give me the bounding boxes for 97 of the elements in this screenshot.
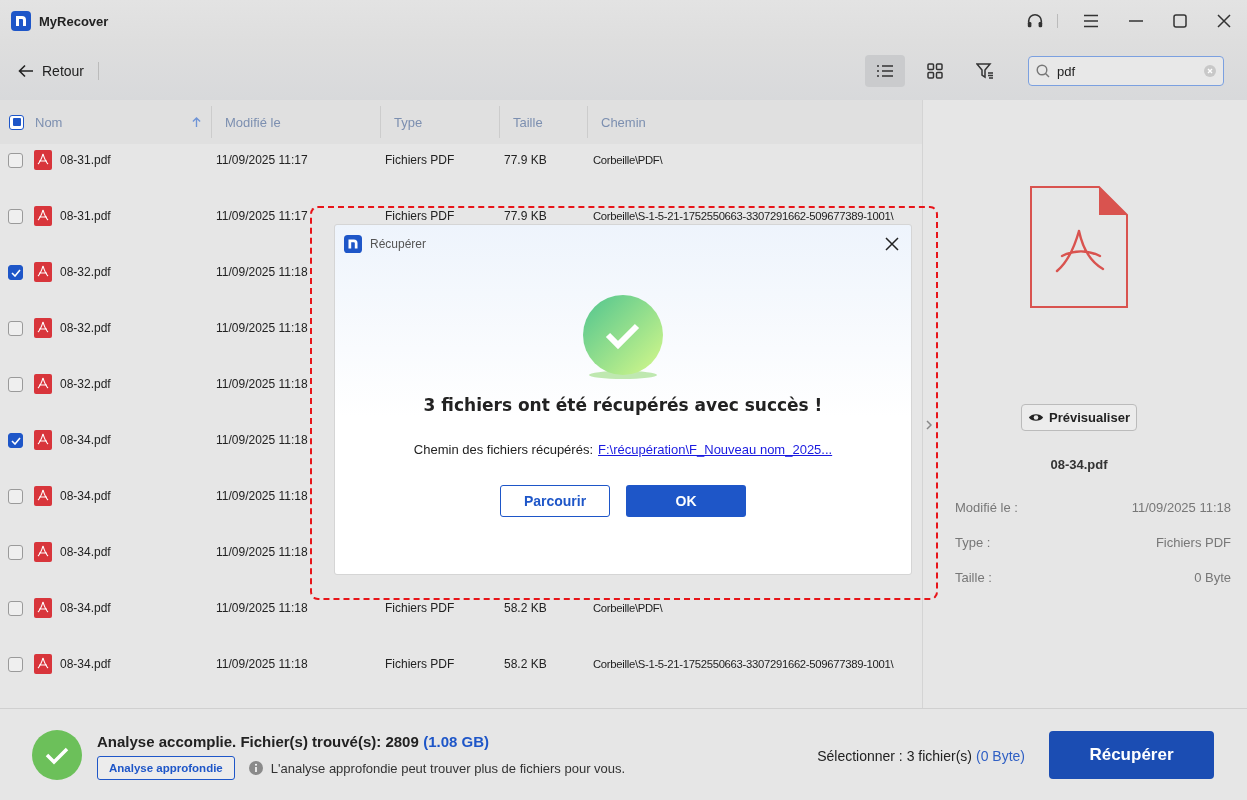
detail-value: 11/09/2025 11:18 <box>1131 500 1231 515</box>
chevron-right-icon[interactable] <box>926 420 932 430</box>
detail-value: 0 Byte <box>1194 570 1231 585</box>
file-name: 08-34.pdf <box>60 432 111 449</box>
pdf-file-icon <box>34 486 52 506</box>
scan-summary: Analyse accomplie. Fichier(s) trouvé(s): 2809 <box>97 733 419 750</box>
file-name: 08-31.pdf <box>60 208 111 225</box>
maximize-icon[interactable] <box>1173 14 1187 28</box>
clear-icon[interactable] <box>1204 65 1216 77</box>
modified-date: 11/09/2025 11:18 <box>216 265 308 279</box>
success-message: 3 fichiers ont été récupérés avec succès ! <box>423 395 823 415</box>
selection-size: (0 Byte) <box>976 747 1025 764</box>
file-name: 08-34.pdf <box>60 488 111 505</box>
file-name: 08-32.pdf <box>60 376 111 393</box>
detail-label: Type : <box>955 535 991 550</box>
file-size: 77.9 KB <box>504 209 547 223</box>
back-button[interactable]: Retour <box>18 63 85 79</box>
row-checkbox[interactable] <box>8 377 23 392</box>
file-size: 58.2 KB <box>504 657 547 671</box>
search-field[interactable]: pdf <box>1028 56 1224 86</box>
file-name: 08-34.pdf <box>60 656 111 673</box>
deep-scan-button[interactable]: Analyse approfondie <box>97 756 235 780</box>
selection-count: Sélectionner : 3 fichier(s) <box>817 747 972 764</box>
row-checkbox[interactable] <box>8 601 23 616</box>
browse-button[interactable]: Parcourir <box>500 485 610 517</box>
modified-date: 11/09/2025 11:17 <box>216 209 308 223</box>
detail-value: Fichiers PDF <box>1155 535 1231 550</box>
pdf-file-icon <box>34 430 52 450</box>
pdf-file-icon <box>34 374 52 394</box>
hint-text: L'analyse approfondie peut trouver plus de fichiers pour vous. <box>270 760 626 776</box>
pdf-file-icon <box>34 318 52 338</box>
row-checkbox[interactable] <box>8 433 23 448</box>
modified-date: 11/09/2025 11:17 <box>216 153 308 167</box>
row-checkbox[interactable] <box>8 265 23 280</box>
app-title: MyRecover <box>39 13 109 29</box>
file-name: 08-32.pdf <box>60 264 111 281</box>
pdf-file-icon <box>34 654 52 674</box>
row-checkbox[interactable] <box>8 209 23 224</box>
file-name: 08-34.pdf <box>60 544 111 561</box>
pdf-document-icon <box>1030 186 1128 308</box>
select-all-checkbox[interactable] <box>9 114 24 130</box>
file-type: Fichiers PDF <box>385 209 455 223</box>
file-path: Corbeille\PDF\ <box>593 154 663 166</box>
pdf-file-icon <box>34 150 52 170</box>
pdf-file-icon <box>34 542 52 562</box>
pdf-file-icon <box>34 206 52 226</box>
row-checkbox[interactable] <box>8 545 23 560</box>
app-logo-icon <box>11 11 31 31</box>
check-circle-icon <box>32 729 82 780</box>
file-type: Fichiers PDF <box>385 657 455 671</box>
ok-button[interactable]: OK <box>626 485 746 517</box>
eye-icon <box>1028 412 1044 423</box>
file-size: 58.2 KB <box>504 601 547 615</box>
pdf-file-icon <box>34 598 52 618</box>
detail-label: Modifié le : <box>955 500 1018 515</box>
row-checkbox[interactable] <box>8 321 23 336</box>
detail-label: Taille : <box>955 570 992 585</box>
preview-button[interactable]: Prévisualiser <box>1021 404 1137 431</box>
modified-date: 11/09/2025 11:18 <box>216 657 308 671</box>
list-view-button[interactable] <box>865 55 905 87</box>
modified-date: 11/09/2025 11:18 <box>216 433 308 447</box>
file-name: 08-34.pdf <box>60 600 111 617</box>
search-icon <box>1036 64 1050 78</box>
file-size: 77.9 KB <box>504 153 547 167</box>
modified-date: 11/09/2025 11:18 <box>216 377 308 391</box>
list-icon <box>876 64 894 78</box>
modified-date: 11/09/2025 11:18 <box>216 601 308 615</box>
recover-button[interactable]: Récupérer <box>1049 730 1214 779</box>
row-checkbox[interactable] <box>8 489 23 504</box>
row-checkbox[interactable] <box>8 153 23 168</box>
modified-date: 11/09/2025 11:18 <box>216 321 308 335</box>
file-name: 08-32.pdf <box>60 320 111 337</box>
file-type: Fichiers PDF <box>385 153 455 167</box>
menu-icon[interactable] <box>1083 14 1099 28</box>
close-icon[interactable] <box>1217 14 1231 28</box>
file-path: Corbeille\S-1-5-21-1752550663-3307291662-509677389-1001\ <box>593 210 894 222</box>
close-icon[interactable] <box>885 237 899 251</box>
preview-file-name: 08-34.pdf <box>1050 457 1108 472</box>
row-checkbox[interactable] <box>8 657 23 672</box>
sort-arrow-icon[interactable] <box>192 116 201 128</box>
back-arrow-icon <box>18 64 34 78</box>
pdf-file-icon <box>34 262 52 282</box>
info-icon <box>248 761 263 775</box>
dialog-title: Récupérer <box>370 237 427 251</box>
file-path: Corbeille\S-1-5-21-1752550663-3307291662-509677389-1001\ <box>593 658 894 670</box>
modified-date: 11/09/2025 11:18 <box>216 545 308 559</box>
file-type: Fichiers PDF <box>385 601 455 615</box>
headset-icon[interactable] <box>1026 12 1044 30</box>
recovery-path-link[interactable]: F:\récupération\F_Nouveau nom_2025... <box>598 442 833 457</box>
filter-icon <box>976 63 994 79</box>
app-logo-icon <box>344 235 362 253</box>
file-name: 08-31.pdf <box>60 152 111 169</box>
path-label: Chemin des fichiers récupérés: <box>413 442 594 457</box>
total-size: (1.08 GB) <box>423 733 490 750</box>
grid-icon <box>927 63 943 79</box>
modified-date: 11/09/2025 11:18 <box>216 489 308 503</box>
file-path: Corbeille\PDF\ <box>593 602 663 614</box>
